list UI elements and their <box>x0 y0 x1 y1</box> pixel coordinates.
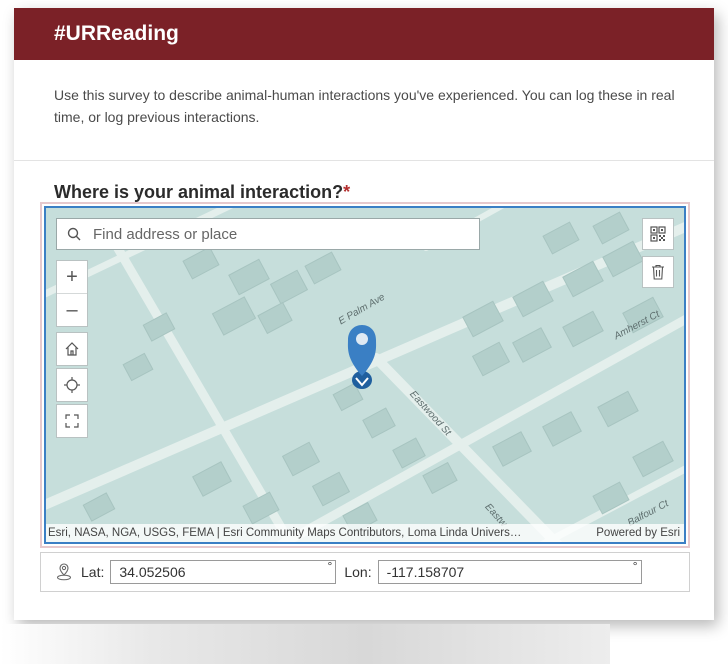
map-attribution: Esri, NASA, NGA, USGS, FEMA | Esri Commu… <box>46 524 684 542</box>
question-label: Where is your animal interaction?* <box>54 182 674 203</box>
longitude-field-wrapper: ° <box>377 559 642 584</box>
search-icon <box>57 227 91 241</box>
map-view[interactable]: E Palm Ave Amherst Ct Eastwood St Eastw … <box>44 206 686 544</box>
locate-button[interactable] <box>57 369 87 401</box>
latitude-degree: ° <box>327 559 333 573</box>
location-pin-icon <box>57 563 71 581</box>
home-control <box>56 332 88 366</box>
latitude-label: Lat: <box>81 564 105 580</box>
zoom-in-button[interactable]: + <box>57 261 87 293</box>
survey-title: #URReading <box>54 22 179 45</box>
attribution-text[interactable]: Esri, NASA, NGA, USGS, FEMA | Esri Commu… <box>48 527 586 539</box>
locate-control <box>56 368 88 402</box>
map-question-frame: E Palm Ave Amherst Ct Eastwood St Eastw … <box>40 202 690 548</box>
map-basemap[interactable] <box>46 208 686 544</box>
locate-icon <box>64 377 80 393</box>
latitude-field-wrapper: ° <box>110 559 337 584</box>
fullscreen-control <box>56 404 88 438</box>
clear-location-button[interactable] <box>642 256 674 288</box>
survey-header: #URReading <box>14 8 714 60</box>
home-icon <box>65 342 79 356</box>
background-strip <box>0 624 610 664</box>
qr-scan-button[interactable] <box>642 218 674 250</box>
section-divider <box>14 160 714 161</box>
trash-icon <box>652 264 664 280</box>
longitude-degree: ° <box>632 559 638 573</box>
latitude-input[interactable] <box>117 563 322 581</box>
powered-by-esri-link[interactable]: Powered by Esri <box>596 527 680 539</box>
map-pin-icon[interactable] <box>347 325 377 389</box>
longitude-input[interactable] <box>384 563 589 581</box>
fullscreen-icon <box>65 414 79 428</box>
zoom-out-button[interactable]: – <box>57 293 87 326</box>
fullscreen-button[interactable] <box>57 405 87 437</box>
longitude-label: Lon: <box>344 564 372 580</box>
home-button[interactable] <box>57 333 87 365</box>
survey-description: Use this survey to describe animal-human… <box>54 87 675 125</box>
map-search-box[interactable] <box>56 218 480 250</box>
required-marker: * <box>343 182 351 202</box>
map-search-input[interactable] <box>91 224 479 244</box>
qr-code-icon <box>650 226 666 242</box>
coordinate-entry: Lat: ° Lon: ° <box>40 552 690 592</box>
zoom-controls: + – <box>56 260 88 327</box>
question-text: Where is your animal interaction? <box>54 182 344 202</box>
